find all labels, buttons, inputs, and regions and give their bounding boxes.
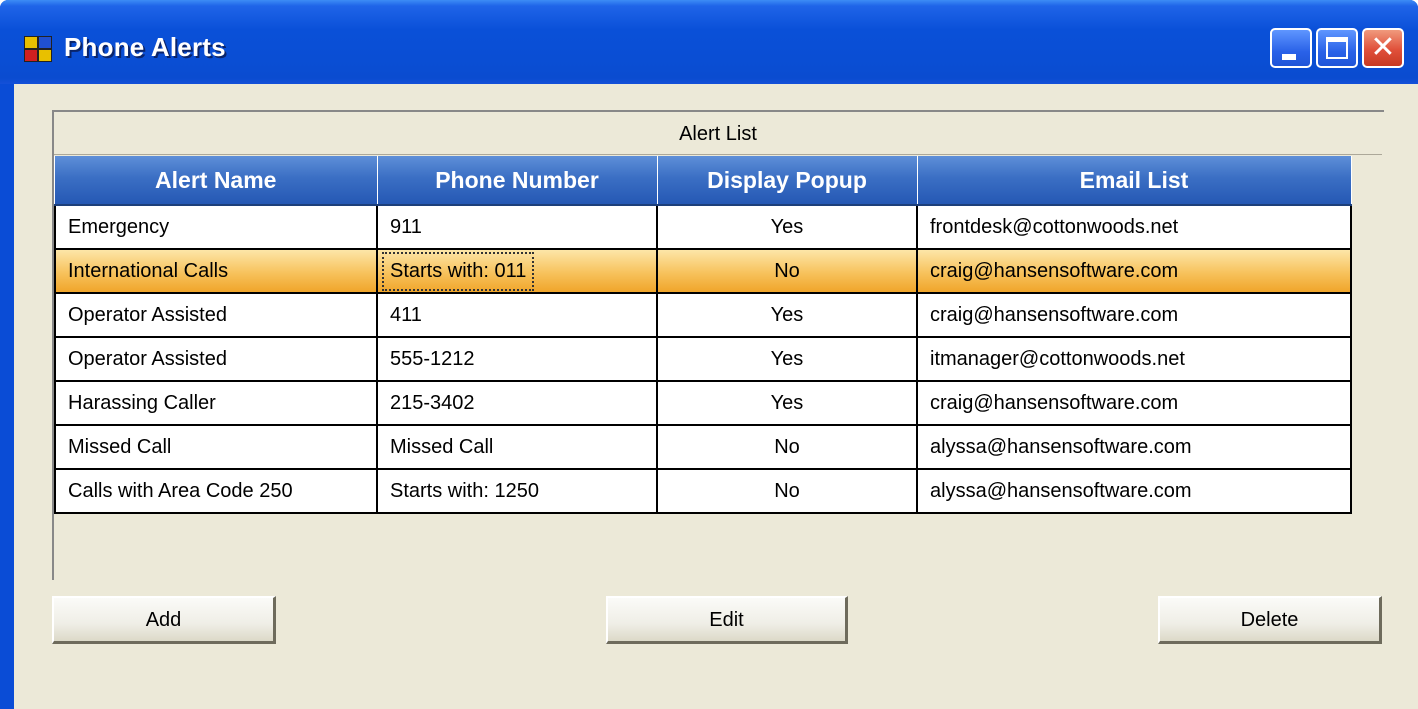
cell-email-list[interactable]: frontdesk@cottonwoods.net	[916, 204, 1352, 250]
cell-phone-number[interactable]: 911	[376, 204, 658, 250]
cell-display-popup[interactable]: No	[656, 424, 918, 470]
cell-alert-name[interactable]: Missed Call	[54, 424, 378, 470]
table-row-selected[interactable]: International Calls Starts with: 011 No …	[54, 248, 1352, 294]
table-row[interactable]: Missed Call Missed Call No alyssa@hansen…	[54, 424, 1352, 470]
alert-list-grid[interactable]: Alert List Alert Name Phone Number Displ…	[52, 110, 1384, 580]
cell-display-popup[interactable]: Yes	[656, 380, 918, 426]
add-button[interactable]: Add	[52, 596, 276, 644]
cell-alert-name[interactable]: Operator Assisted	[54, 292, 378, 338]
title-bar[interactable]: Phone Alerts ✕	[0, 0, 1418, 84]
minimize-icon	[1282, 54, 1296, 60]
column-header-phone-number[interactable]: Phone Number	[377, 156, 658, 206]
cell-email-list[interactable]: alyssa@hansensoftware.com	[916, 468, 1352, 514]
cell-alert-name[interactable]: Calls with Area Code 250	[54, 468, 378, 514]
cell-alert-name[interactable]: Harassing Caller	[54, 380, 378, 426]
table-row[interactable]: Operator Assisted 555-1212 Yes itmanager…	[54, 336, 1352, 382]
edit-button[interactable]: Edit	[606, 596, 848, 644]
column-header-alert-name[interactable]: Alert Name	[55, 156, 378, 206]
cell-alert-name[interactable]: Emergency	[54, 204, 378, 250]
client-area: Alert List Alert Name Phone Number Displ…	[14, 84, 1418, 709]
cell-email-list[interactable]: itmanager@cottonwoods.net	[916, 336, 1352, 382]
cell-display-popup[interactable]: Yes	[656, 204, 918, 250]
table-row[interactable]: Operator Assisted 411 Yes craig@hansenso…	[54, 292, 1352, 338]
column-header-display-popup[interactable]: Display Popup	[657, 156, 918, 206]
grid-caption: Alert List	[54, 112, 1382, 155]
cell-alert-name[interactable]: International Calls	[54, 248, 378, 294]
table-row[interactable]: Emergency 911 Yes frontdesk@cottonwoods.…	[54, 204, 1352, 250]
focused-cell-text: Starts with: 011	[381, 251, 535, 291]
table-row[interactable]: Calls with Area Code 250 Starts with: 12…	[54, 468, 1352, 514]
cell-phone-number[interactable]: Missed Call	[376, 424, 658, 470]
cell-email-list[interactable]: craig@hansensoftware.com	[916, 248, 1352, 294]
cell-phone-number-focused[interactable]: Starts with: 011	[376, 248, 658, 294]
app-icon	[24, 36, 56, 64]
cell-display-popup[interactable]: Yes	[656, 336, 918, 382]
table-row[interactable]: Harassing Caller 215-3402 Yes craig@hans…	[54, 380, 1352, 426]
cell-display-popup[interactable]: No	[656, 248, 918, 294]
close-button[interactable]: ✕	[1362, 28, 1404, 68]
cell-email-list[interactable]: craig@hansensoftware.com	[916, 292, 1352, 338]
cell-phone-number[interactable]: Starts with: 1250	[376, 468, 658, 514]
header-row: Alert Name Phone Number Display Popup Em…	[55, 156, 1352, 206]
maximize-icon	[1326, 37, 1348, 59]
maximize-button[interactable]	[1316, 28, 1358, 68]
cell-phone-number[interactable]: 215-3402	[376, 380, 658, 426]
phone-alerts-window: Phone Alerts ✕ Alert List Alert Name Pho…	[0, 0, 1418, 709]
window-title: Phone Alerts	[64, 32, 226, 62]
cell-phone-number[interactable]: 411	[376, 292, 658, 338]
cell-display-popup[interactable]: No	[656, 468, 918, 514]
delete-button[interactable]: Delete	[1158, 596, 1382, 644]
cell-phone-number[interactable]: 555-1212	[376, 336, 658, 382]
close-icon: ✕	[1370, 31, 1396, 64]
alert-table: Alert Name Phone Number Display Popup Em…	[54, 156, 1352, 514]
column-header-email-list[interactable]: Email List	[917, 156, 1352, 206]
cell-email-list[interactable]: alyssa@hansensoftware.com	[916, 424, 1352, 470]
cell-display-popup[interactable]: Yes	[656, 292, 918, 338]
minimize-button[interactable]	[1270, 28, 1312, 68]
cell-email-list[interactable]: craig@hansensoftware.com	[916, 380, 1352, 426]
cell-alert-name[interactable]: Operator Assisted	[54, 336, 378, 382]
